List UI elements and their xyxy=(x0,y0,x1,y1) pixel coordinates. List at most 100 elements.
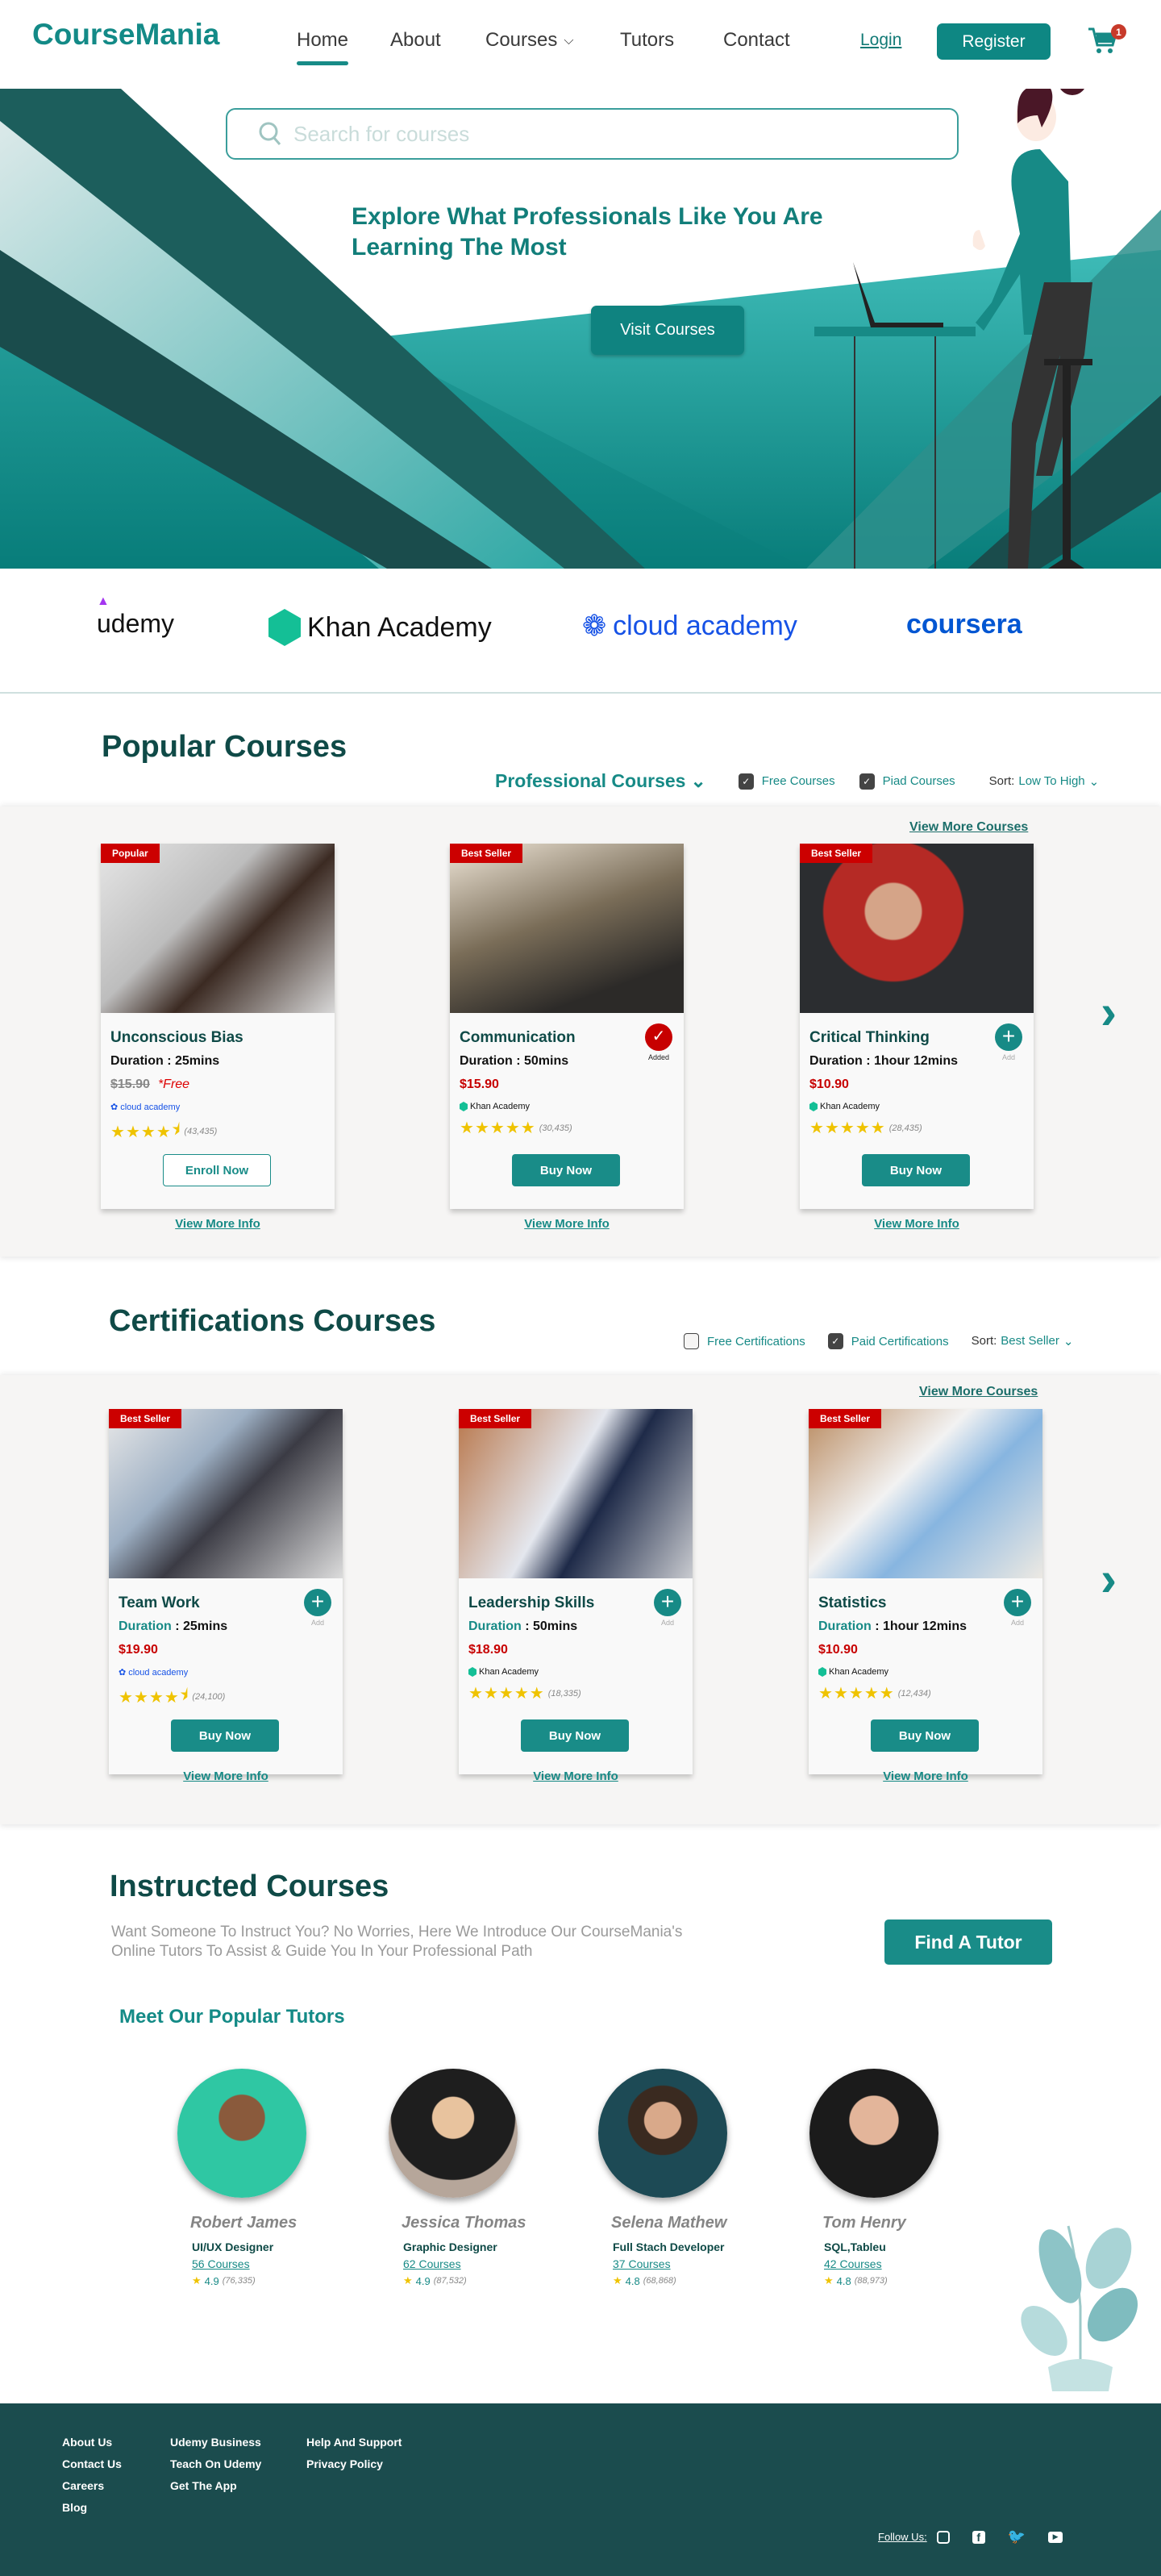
course-card[interactable]: Best Seller Leadership Skills Duration :… xyxy=(459,1409,693,1774)
footer-link[interactable]: Help And Support xyxy=(306,2436,402,2449)
coursera-logo[interactable]: coursera xyxy=(906,609,1022,640)
buy-now-button[interactable]: Buy Now xyxy=(512,1154,620,1186)
sort-dropdown[interactable]: Sort: Low To High ⌄ xyxy=(989,774,1100,789)
course-title[interactable]: Communication xyxy=(460,1029,576,1047)
tutor-courses-link[interactable]: 37 Courses xyxy=(613,2257,792,2270)
course-card[interactable]: Best Seller Critical Thinking Duration :… xyxy=(800,844,1034,1209)
footer-link[interactable]: About Us xyxy=(62,2436,112,2449)
nav-contact[interactable]: Contact xyxy=(723,29,790,52)
provider-name: cloud academy xyxy=(128,1667,189,1678)
udemy-logo[interactable]: ▲ udemy xyxy=(97,594,174,639)
footer-link[interactable]: Blog xyxy=(62,2501,87,2514)
khan-academy-logo[interactable]: Khan Academy xyxy=(268,609,492,646)
search-bar[interactable] xyxy=(226,108,959,160)
view-more-courses-link[interactable]: View More Courses xyxy=(919,1385,1038,1399)
find-a-tutor-button[interactable]: Find A Tutor xyxy=(884,1919,1052,1965)
rating-count: (87,532) xyxy=(433,2276,467,2286)
paid-courses-checkbox[interactable]: ✓ xyxy=(859,773,875,790)
cloud-academy-logo[interactable]: ❁ cloud academy xyxy=(582,609,797,643)
tutor-name[interactable]: Robert James xyxy=(190,2214,371,2232)
nav-about[interactable]: About xyxy=(390,29,441,52)
tutor-name[interactable]: Selena Mathew xyxy=(611,2214,792,2232)
course-card[interactable]: Popular Unconscious Bias Duration : 25mi… xyxy=(101,844,335,1209)
visit-courses-button[interactable]: Visit Courses xyxy=(591,306,744,355)
star-icon: ★ xyxy=(164,1688,179,1707)
plant-illustration xyxy=(1021,2225,1138,2391)
category-dropdown[interactable]: Professional Courses ⌄ xyxy=(495,770,706,792)
current-price: $10.90 xyxy=(809,1078,849,1091)
footer-link[interactable]: Careers xyxy=(62,2479,104,2492)
instagram-icon[interactable] xyxy=(936,2530,950,2544)
tutor-name[interactable]: Tom Henry xyxy=(822,2214,1003,2232)
view-more-info-link[interactable]: View More Info xyxy=(459,1769,693,1783)
sort-dropdown[interactable]: Sort: Best Seller ⌄ xyxy=(972,1334,1074,1348)
free-certifications-checkbox[interactable] xyxy=(684,1333,699,1349)
nav-courses[interactable]: Courses ⌵ xyxy=(485,29,574,52)
duration-value: 1hour 12mins xyxy=(883,1619,968,1633)
add-plus-icon[interactable]: + xyxy=(654,1589,681,1616)
facebook-icon[interactable]: f xyxy=(972,2530,985,2544)
footer-link[interactable]: Contact Us xyxy=(62,2457,122,2470)
star-icon: ★ xyxy=(403,2274,413,2286)
nav-home[interactable]: Home xyxy=(297,29,349,65)
view-more-courses-link[interactable]: View More Courses xyxy=(909,820,1028,835)
tutor-courses-link[interactable]: 62 Courses xyxy=(403,2257,582,2270)
chevron-down-icon: ⌄ xyxy=(1063,1335,1074,1348)
youtube-icon[interactable]: ▶ xyxy=(1048,2531,1063,2543)
course-title[interactable]: Leadership Skills xyxy=(468,1594,594,1612)
rating-value: 4.9 xyxy=(204,2274,219,2287)
buy-now-button[interactable]: Buy Now xyxy=(862,1154,970,1186)
footer-link[interactable]: Teach On Udemy xyxy=(170,2457,261,2470)
paid-certifications-checkbox[interactable]: ✓ xyxy=(827,1333,843,1349)
view-more-info-link[interactable]: View More Info xyxy=(101,1217,335,1231)
social-links: Follow Us: f 🐦 ▶ xyxy=(878,2528,1063,2545)
buy-now-button[interactable]: Buy Now xyxy=(521,1719,629,1752)
tutor-courses-link[interactable]: 42 Courses xyxy=(824,2257,1003,2270)
add-plus-icon[interactable]: + xyxy=(995,1023,1022,1051)
add-plus-icon[interactable]: + xyxy=(1004,1589,1031,1616)
tutor-courses-link[interactable]: 56 Courses xyxy=(192,2257,371,2270)
course-title[interactable]: Statistics xyxy=(818,1594,886,1612)
tutor-name[interactable]: Jessica Thomas xyxy=(402,2214,582,2232)
course-image: Best Seller xyxy=(809,1409,1042,1578)
footer-link[interactable]: Get The App xyxy=(170,2479,237,2492)
udemy-caret-icon: ▲ xyxy=(97,594,110,608)
register-button[interactable]: Register xyxy=(937,23,1051,60)
twitter-icon[interactable]: 🐦 xyxy=(1008,2528,1026,2545)
paid-courses-label: Piad Courses xyxy=(882,774,955,788)
star-icon: ★ xyxy=(870,1119,885,1137)
buy-now-button[interactable]: Buy Now xyxy=(871,1719,979,1752)
course-card[interactable]: Best Seller Team Work Duration : 25mins … xyxy=(109,1409,343,1774)
nav-tutors[interactable]: Tutors xyxy=(620,29,674,52)
hero-background-illustration xyxy=(0,89,1161,569)
tutor-card[interactable]: Tom Henry SQL,Tableu 42 Courses ★ 4.8 (88,… xyxy=(809,2069,1003,2287)
course-title[interactable]: Unconscious Bias xyxy=(110,1029,243,1047)
carousel-next-arrow-icon[interactable]: › xyxy=(1101,984,1117,1040)
course-title[interactable]: Critical Thinking xyxy=(809,1029,930,1047)
view-more-info-link[interactable]: View More Info xyxy=(809,1769,1042,1783)
search-input[interactable] xyxy=(293,121,938,147)
added-check-icon[interactable]: ✓ xyxy=(645,1023,672,1051)
view-more-info-link[interactable]: View More Info xyxy=(450,1217,684,1231)
course-title[interactable]: Team Work xyxy=(119,1594,200,1612)
course-card[interactable]: Best Seller Communication Duration : 50m… xyxy=(450,844,684,1209)
course-card[interactable]: Best Seller Statistics Duration : 1hour … xyxy=(809,1409,1042,1774)
add-plus-icon[interactable]: + xyxy=(304,1589,331,1616)
enroll-now-button[interactable]: Enroll Now xyxy=(163,1154,271,1186)
tutor-card[interactable]: Selena Mathew Full Stach Developer 37 Co… xyxy=(598,2069,792,2287)
view-more-info-link[interactable]: View More Info xyxy=(800,1217,1034,1231)
login-link[interactable]: Login xyxy=(860,31,901,50)
tutor-card[interactable]: Jessica Thomas Graphic Designer 62 Cours… xyxy=(389,2069,582,2287)
khan-academy-icon xyxy=(460,1102,468,1111)
carousel-next-arrow-icon[interactable]: › xyxy=(1101,1551,1117,1607)
old-price: $15.90 xyxy=(110,1078,150,1091)
free-courses-checkbox[interactable]: ✓ xyxy=(738,773,754,790)
brand-logo[interactable]: CourseMania xyxy=(32,18,219,52)
cloud-academy-icon: ✿ xyxy=(110,1103,119,1112)
footer-link[interactable]: Udemy Business xyxy=(170,2436,261,2449)
buy-now-button[interactable]: Buy Now xyxy=(171,1719,279,1752)
view-more-info-link[interactable]: View More Info xyxy=(109,1769,343,1783)
tutor-card[interactable]: Robert James UI/UX Designer 56 Courses ★… xyxy=(177,2069,371,2287)
course-image: Best Seller xyxy=(800,844,1034,1013)
footer-link[interactable]: Privacy Policy xyxy=(306,2457,383,2470)
